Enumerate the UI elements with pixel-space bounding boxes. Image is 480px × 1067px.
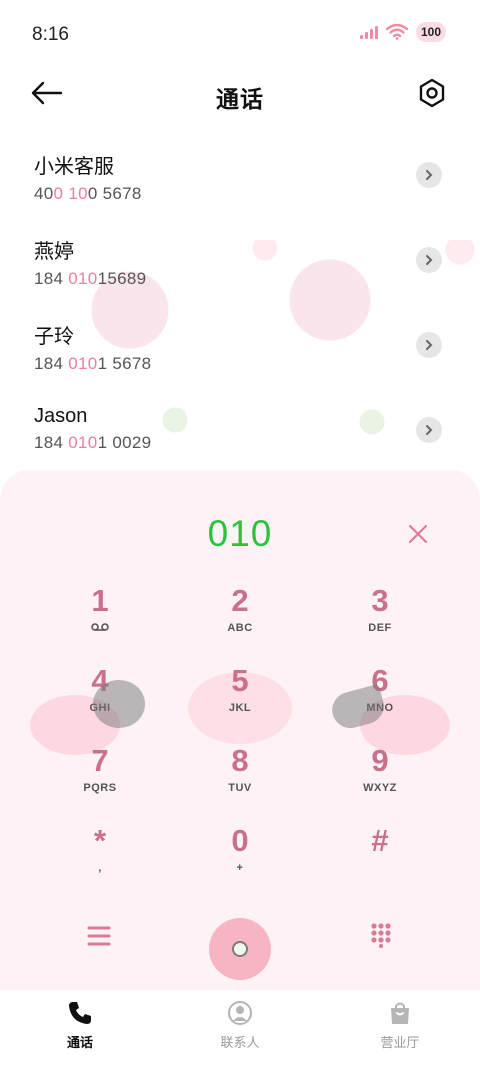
contact-detail-button[interactable]	[416, 247, 442, 273]
menu-icon	[87, 926, 111, 946]
shopping-bag-icon	[391, 1002, 409, 1024]
contact-item[interactable]: 子玲 184 0101 5678	[0, 302, 480, 387]
key-0[interactable]: 0 +	[170, 820, 310, 900]
contact-list: 小米客服 400 100 5678 燕婷 184 01015689 子玲 184…	[0, 132, 480, 472]
contact-detail-button[interactable]	[416, 162, 442, 188]
page-title: 通话	[216, 86, 264, 112]
contact-item[interactable]: 燕婷 184 01015689	[0, 217, 480, 302]
key-digit: *	[93, 823, 107, 858]
key-digit: 0	[231, 823, 249, 858]
key-letters: PQRS	[83, 782, 117, 794]
dialpad-icon	[371, 923, 391, 948]
key-digit: 7	[91, 743, 109, 778]
contact-number: 184 0101 5678	[34, 354, 152, 373]
voicemail-icon	[91, 622, 109, 635]
keypad-toggle-button[interactable]	[370, 922, 392, 948]
key-letters: TUV	[228, 782, 252, 794]
chevron-right-icon	[426, 425, 433, 435]
chevron-right-icon	[426, 170, 433, 180]
settings-button[interactable]	[418, 78, 446, 108]
chevron-right-icon	[426, 340, 433, 350]
tab-contacts[interactable]: 联系人	[160, 990, 320, 1067]
key-digit: 2	[231, 583, 249, 618]
gear-icon	[419, 78, 445, 108]
contact-number: 400 100 5678	[34, 184, 142, 203]
contact-number: 184 0101 0029	[34, 433, 152, 452]
keypad-row: * , 0 + #	[30, 820, 450, 900]
key-letters: ,	[98, 862, 102, 874]
battery-indicator: 100	[415, 22, 446, 42]
key-letters: WXYZ	[363, 782, 397, 794]
person-icon	[228, 1001, 252, 1025]
key-letters: JKL	[228, 702, 252, 714]
clear-button[interactable]	[406, 522, 430, 546]
header: 通话	[0, 64, 480, 124]
tab-label: 联系人	[220, 1035, 260, 1050]
contact-number: 184 01015689	[34, 269, 147, 288]
key-digit: 9	[371, 743, 389, 778]
call-icon	[232, 941, 248, 957]
phone-icon	[69, 1002, 91, 1024]
key-letters: +	[236, 862, 244, 874]
tab-calls[interactable]: 通话	[0, 990, 160, 1067]
key-3[interactable]: 3 DEF	[310, 580, 450, 660]
key-8[interactable]: 8 TUV	[170, 740, 310, 820]
key-1[interactable]: 1	[30, 580, 170, 660]
key-2[interactable]: 2 ABC	[170, 580, 310, 660]
contact-name: 子玲	[34, 326, 74, 348]
contact-name: 燕婷	[34, 241, 74, 263]
wifi-icon	[385, 24, 408, 40]
key-7[interactable]: 7 PQRS	[30, 740, 170, 820]
contact-detail-button[interactable]	[416, 332, 442, 358]
contact-name: Jason	[34, 405, 88, 427]
key-9[interactable]: 9 WXYZ	[310, 740, 450, 820]
menu-button[interactable]	[86, 924, 112, 948]
keypad-row: 1 2 ABC 3 DEF	[30, 580, 450, 660]
contact-name: 小米客服	[34, 156, 114, 178]
contact-detail-button[interactable]	[416, 417, 442, 443]
signal-icon	[359, 25, 378, 39]
key-digit: 8	[231, 743, 249, 778]
tab-label: 营业厅	[380, 1035, 420, 1050]
tab-label: 通话	[66, 1035, 93, 1050]
key-letters: ABC	[227, 622, 253, 634]
status-bar: 8:16 100	[0, 0, 480, 64]
contact-item[interactable]: Jason 184 0101 0029	[0, 387, 480, 472]
status-time: 8:16	[32, 24, 69, 45]
contact-item[interactable]: 小米客服 400 100 5678	[0, 132, 480, 217]
key-digit: 1	[91, 583, 109, 618]
dialer-actions	[0, 912, 480, 988]
key-digit: 3	[371, 583, 389, 618]
key-letters: DEF	[368, 622, 392, 634]
key-digit: #	[371, 823, 389, 858]
chevron-right-icon	[426, 255, 433, 265]
key-hash[interactable]: #	[310, 820, 450, 900]
tab-service-hall[interactable]: 营业厅	[320, 990, 480, 1067]
keypad-row: 7 PQRS 8 TUV 9 WXYZ	[30, 740, 450, 820]
keypad: 1 2 ABC 3 DEF 4 GHI 5 JKL 6 MNO 7	[30, 580, 450, 900]
key-star[interactable]: * ,	[30, 820, 170, 900]
call-button[interactable]	[209, 918, 271, 980]
close-icon	[408, 524, 428, 544]
bottom-tab-bar: 通话 联系人 营业厅	[0, 990, 480, 1067]
key-5[interactable]: 5 JKL	[170, 660, 310, 740]
decorative-blob	[93, 680, 145, 728]
status-icons: 100	[359, 22, 446, 42]
key-digit: 5	[231, 663, 249, 698]
